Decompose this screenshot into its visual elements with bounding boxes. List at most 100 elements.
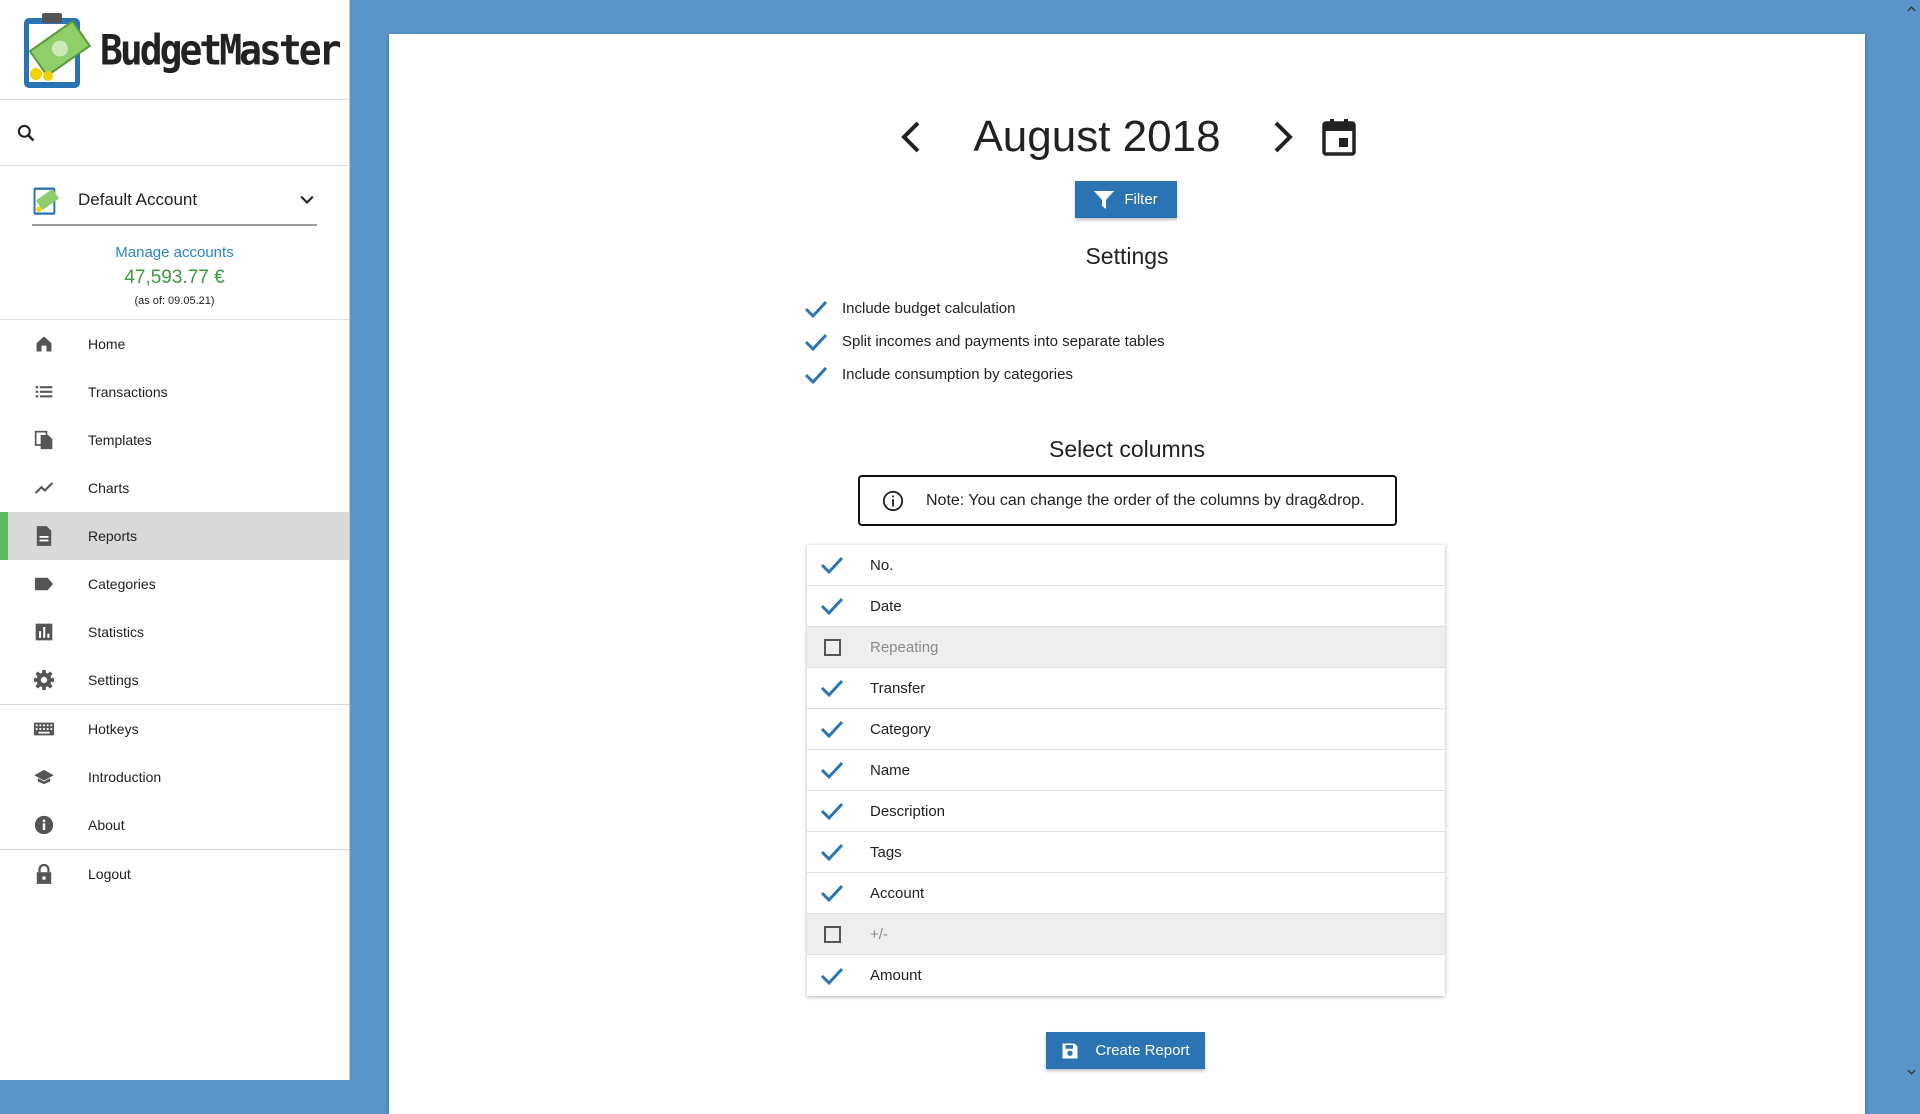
nav-item-categories[interactable]: Categories bbox=[0, 560, 349, 608]
check-icon bbox=[820, 597, 844, 616]
account-name: Default Account bbox=[78, 190, 198, 209]
column-item-category[interactable]: Category bbox=[807, 709, 1445, 750]
nav-label: About bbox=[88, 817, 125, 833]
checkbox-checked[interactable] bbox=[819, 593, 845, 619]
note-text: Note: You can change the order of the co… bbox=[926, 491, 1365, 509]
list-icon bbox=[32, 380, 56, 404]
column-label: Repeating bbox=[870, 638, 939, 656]
checkbox-empty-icon bbox=[823, 638, 841, 656]
previous-month-button[interactable] bbox=[898, 119, 924, 155]
column-item-no[interactable]: No. bbox=[807, 545, 1445, 586]
chevron-left-icon bbox=[901, 121, 920, 153]
column-label: Tags bbox=[870, 843, 902, 861]
check-icon bbox=[820, 679, 844, 698]
check-icon bbox=[820, 884, 844, 903]
nav-item-statistics[interactable]: Statistics bbox=[0, 608, 349, 656]
check-icon bbox=[820, 720, 844, 739]
nav-item-settings[interactable]: Settings bbox=[0, 656, 349, 704]
checkbox-checked[interactable] bbox=[819, 798, 845, 824]
column-label: Category bbox=[870, 720, 931, 738]
nav-item-about[interactable]: About bbox=[0, 801, 349, 849]
drag-drop-note: Note: You can change the order of the co… bbox=[858, 475, 1397, 526]
checkbox-checked[interactable] bbox=[819, 716, 845, 742]
nav-label: Charts bbox=[88, 480, 130, 496]
account-icon bbox=[33, 187, 60, 215]
nav-label: Reports bbox=[88, 528, 138, 544]
nav-item-charts[interactable]: Charts bbox=[0, 464, 349, 512]
nav-item-transactions[interactable]: Transactions bbox=[0, 368, 349, 416]
checkbox-checked[interactable] bbox=[819, 757, 845, 783]
setting-include-budget[interactable]: Include budget calculation bbox=[804, 292, 1165, 325]
school-icon bbox=[32, 765, 56, 789]
checkbox-checked[interactable] bbox=[819, 552, 845, 578]
settings-title: Settings bbox=[1085, 243, 1169, 269]
main-card: August 2018 Filter Settings Include budg… bbox=[389, 34, 1865, 1114]
checkbox-unchecked[interactable] bbox=[819, 634, 845, 660]
column-item-date[interactable]: Date bbox=[807, 586, 1445, 627]
check-icon bbox=[820, 556, 844, 575]
column-item-account[interactable]: Account bbox=[807, 873, 1445, 914]
check-icon bbox=[820, 967, 844, 985]
balance-as-of: (as of: 09.05.21) bbox=[134, 295, 215, 307]
filter-icon bbox=[1094, 190, 1115, 209]
account-select[interactable]: Default Account bbox=[32, 176, 317, 226]
checkbox-checked[interactable] bbox=[819, 839, 845, 865]
column-item-transfer[interactable]: Transfer bbox=[807, 668, 1445, 709]
column-item-name[interactable]: Name bbox=[807, 750, 1445, 791]
create-report-label: Create Report bbox=[1095, 1042, 1190, 1059]
nav-item-logout[interactable]: Logout bbox=[0, 850, 349, 898]
nav-list: Home Transactions Templates Charts Repor… bbox=[0, 320, 349, 704]
calendar-button[interactable] bbox=[1322, 118, 1356, 156]
next-month-button[interactable] bbox=[1270, 119, 1296, 155]
nav-label: Categories bbox=[88, 576, 156, 592]
checkbox-empty-icon bbox=[823, 925, 841, 943]
description-icon bbox=[32, 524, 56, 548]
sidebar: BudgetMaster Default Account Manage acco… bbox=[0, 0, 350, 1080]
chevron-down-icon bbox=[1907, 1069, 1916, 1075]
nav-item-reports[interactable]: Reports bbox=[0, 512, 349, 560]
checkbox-unchecked[interactable] bbox=[819, 921, 845, 947]
scroll-down-arrow[interactable] bbox=[1903, 1063, 1920, 1080]
nav-label: Hotkeys bbox=[88, 721, 139, 737]
column-item-plus-minus[interactable]: +/- bbox=[807, 914, 1445, 955]
checkbox-checked[interactable] bbox=[819, 880, 845, 906]
nav-item-introduction[interactable]: Introduction bbox=[0, 753, 349, 801]
manage-accounts-link[interactable]: Manage accounts bbox=[0, 244, 349, 261]
budgetmaster-logo-icon bbox=[20, 10, 92, 90]
gear-icon bbox=[32, 668, 56, 692]
scroll-thumb[interactable] bbox=[1906, 22, 1917, 1052]
filter-button[interactable]: Filter bbox=[1075, 181, 1177, 218]
nav-item-hotkeys[interactable]: Hotkeys bbox=[0, 705, 349, 753]
line-chart-icon bbox=[32, 476, 56, 500]
app-name: BudgetMaster bbox=[100, 25, 342, 74]
select-columns-title: Select columns bbox=[1049, 436, 1205, 462]
month-navigation: August 2018 bbox=[389, 112, 1865, 162]
nav-item-home[interactable]: Home bbox=[0, 320, 349, 368]
column-label: Transfer bbox=[870, 679, 926, 697]
column-item-amount[interactable]: Amount bbox=[807, 955, 1445, 996]
nav-item-templates[interactable]: Templates bbox=[0, 416, 349, 464]
column-item-tags[interactable]: Tags bbox=[807, 832, 1445, 873]
setting-split-tables[interactable]: Split incomes and payments into separate… bbox=[804, 325, 1165, 358]
nav-label: Introduction bbox=[88, 769, 162, 785]
setting-consumption-categories[interactable]: Include consumption by categories bbox=[804, 358, 1165, 391]
vertical-scrollbar[interactable] bbox=[1903, 0, 1920, 1080]
checkbox-checked[interactable] bbox=[819, 675, 845, 701]
check-icon bbox=[804, 300, 828, 318]
search-button[interactable] bbox=[0, 100, 349, 166]
info-outline-icon bbox=[882, 490, 904, 511]
logo-row[interactable]: BudgetMaster bbox=[0, 0, 349, 100]
label-icon bbox=[32, 572, 56, 596]
create-report-button[interactable]: Create Report bbox=[1046, 1032, 1205, 1069]
checkbox-checked[interactable] bbox=[819, 963, 845, 989]
nav-label: Templates bbox=[88, 432, 152, 448]
calendar-icon bbox=[1322, 119, 1356, 156]
column-item-description[interactable]: Description bbox=[807, 791, 1445, 832]
nav-label: Transactions bbox=[88, 384, 168, 400]
filter-label: Filter bbox=[1124, 191, 1158, 208]
column-item-repeating[interactable]: Repeating bbox=[807, 627, 1445, 668]
nav-list-logout: Logout bbox=[0, 850, 349, 898]
scroll-up-arrow[interactable] bbox=[1903, 0, 1920, 17]
column-label: Name bbox=[870, 761, 911, 779]
check-icon bbox=[820, 761, 844, 780]
